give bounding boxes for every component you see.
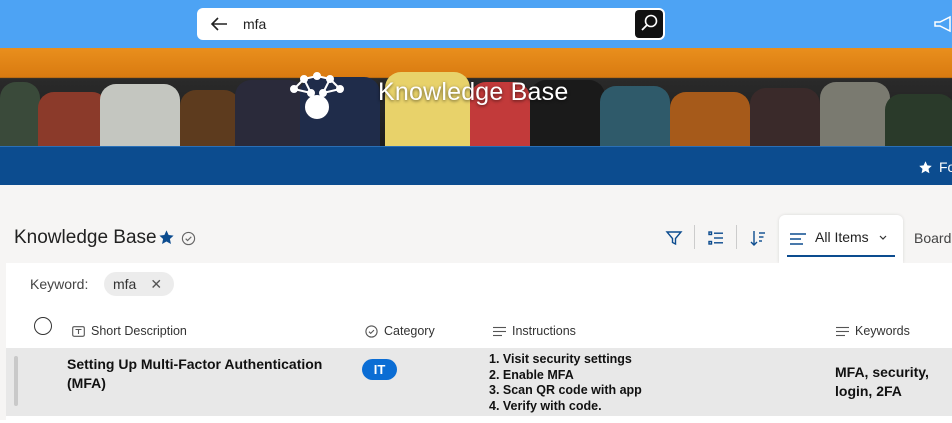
- list-page: Knowledge Base All Items Board Keyword: …: [0, 185, 952, 423]
- nav-bar: Fo: [0, 146, 952, 185]
- view-label: All Items: [815, 229, 869, 245]
- sort-icon[interactable]: [749, 229, 767, 247]
- instruction-step: 3. Scan QR code with app: [489, 383, 642, 397]
- chevron-down-icon: [879, 235, 887, 240]
- favorites-link[interactable]: Fo: [918, 158, 952, 176]
- banner-book: [670, 92, 750, 146]
- instruction-step: 4. Verify with code.: [489, 398, 602, 413]
- cell-keywords: MFA, security, login, 2FA: [835, 364, 929, 399]
- back-arrow-icon[interactable]: [209, 14, 229, 34]
- search-input[interactable]: [243, 13, 623, 35]
- banner-book: [885, 94, 952, 146]
- view-selector-all-items[interactable]: All Items: [779, 215, 903, 263]
- instruction-step: 2. Enable MFA: [489, 367, 574, 382]
- active-view-indicator: [787, 255, 895, 257]
- column-label: Short Description: [91, 324, 187, 338]
- favorite-star-icon[interactable]: [158, 229, 175, 246]
- list-title: Knowledge Base: [14, 227, 157, 248]
- column-label: Instructions: [512, 324, 576, 338]
- column-label: Category: [384, 324, 435, 338]
- text-field-icon: [72, 325, 85, 337]
- table-row[interactable]: Setting Up Multi-Factor Authentication (…: [6, 348, 952, 416]
- star-icon: [919, 160, 932, 173]
- category-badge: IT: [362, 359, 397, 380]
- multiline-text-icon: [493, 326, 506, 336]
- group-by-icon[interactable]: [707, 229, 725, 247]
- banner-book: [750, 88, 820, 146]
- banner-book: [100, 84, 180, 146]
- filter-icon[interactable]: [665, 229, 683, 247]
- row-select-handle[interactable]: [14, 356, 18, 406]
- search-icon: [641, 14, 658, 31]
- column-header-instructions[interactable]: Instructions: [493, 324, 576, 338]
- top-bar: [0, 0, 952, 48]
- select-all-checkbox[interactable]: [34, 317, 52, 335]
- column-header-short-description[interactable]: Short Description: [72, 324, 187, 338]
- items-grid: Keyword: mfa ✕ Short Description Categor…: [6, 263, 952, 423]
- site-banner: Knowledge Base: [0, 48, 952, 146]
- favorites-label: Fo: [939, 159, 952, 175]
- keyword-filter-pill: mfa ✕: [104, 272, 175, 296]
- column-header-category[interactable]: Category: [365, 324, 435, 338]
- banner-book: [820, 82, 890, 146]
- filter-label: Keyword:: [30, 276, 89, 292]
- megaphone-icon[interactable]: [933, 14, 952, 34]
- toolbar-divider: [694, 225, 695, 249]
- remove-filter-icon[interactable]: ✕: [150, 276, 162, 293]
- banner-book: [180, 90, 240, 146]
- list-view-icon: [790, 233, 806, 245]
- banner-title: Knowledge Base: [378, 78, 569, 106]
- toolbar-divider: [736, 225, 737, 249]
- knowledge-base-logo-icon: [290, 72, 344, 119]
- banner-book: [38, 92, 108, 146]
- cell-short-description[interactable]: Setting Up Multi-Factor Authentication (…: [67, 355, 347, 393]
- choice-icon: [365, 324, 378, 338]
- search-box: [197, 8, 665, 40]
- follow-check-icon[interactable]: [181, 231, 196, 246]
- instruction-step: 1. Visit security settings: [489, 352, 632, 366]
- board-view-tab[interactable]: Board: [914, 230, 951, 246]
- multiline-text-icon: [836, 326, 849, 336]
- banner-book: [600, 86, 670, 146]
- search-button[interactable]: [635, 10, 663, 38]
- banner-book: [0, 82, 40, 146]
- cell-instructions: 1. Visit security settings 2. Enable MFA…: [489, 352, 642, 414]
- column-label: Keywords: [855, 324, 910, 338]
- filter-value: mfa: [113, 276, 137, 292]
- column-header-keywords[interactable]: Keywords: [836, 324, 910, 338]
